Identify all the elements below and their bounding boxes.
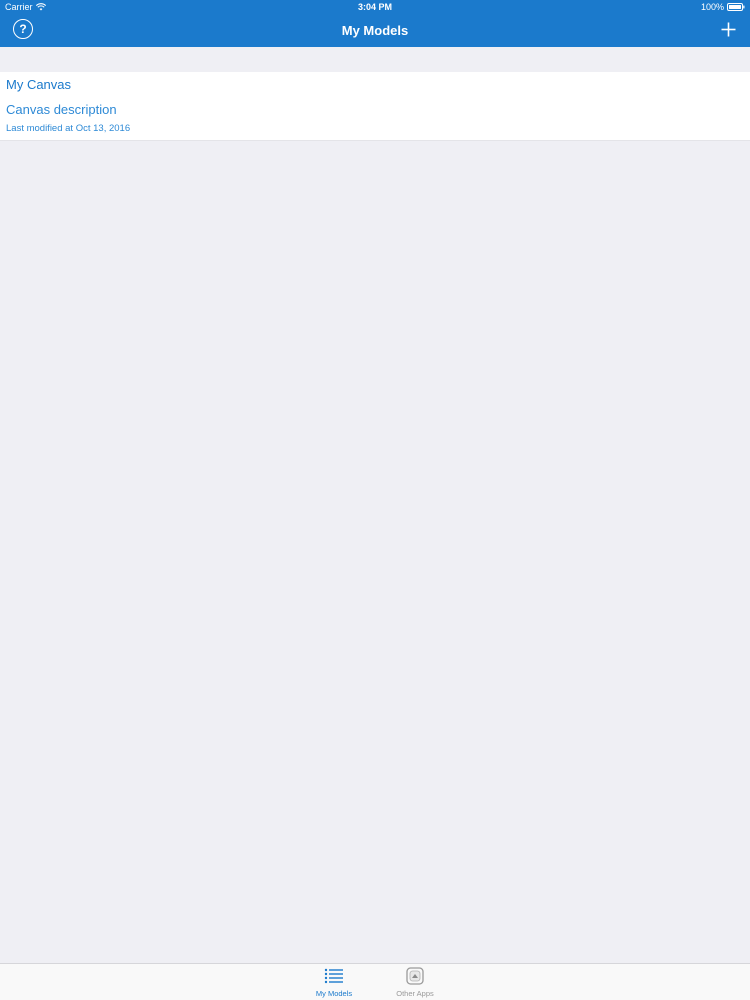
add-button[interactable] xyxy=(721,22,736,37)
list-icon xyxy=(324,968,343,984)
battery-icon xyxy=(727,3,745,11)
tab-label: Other Apps xyxy=(396,989,434,998)
app-window: Carrier 3:04 PM 100% ? My Models My Canv… xyxy=(0,0,750,1000)
tab-bar: My Models Other Apps xyxy=(0,963,750,1000)
tab-other-apps[interactable]: Other Apps xyxy=(380,967,450,1000)
status-time: 3:04 PM xyxy=(357,2,392,12)
page-title: My Models xyxy=(341,23,409,38)
tab-my-models[interactable]: My Models xyxy=(299,967,369,1000)
status-battery: 100% xyxy=(701,0,745,14)
model-description: Canvas description xyxy=(6,102,117,117)
list-item[interactable]: My Canvas Canvas description Last modifi… xyxy=(0,72,750,141)
apps-icon xyxy=(406,967,424,985)
top-bar: Carrier 3:04 PM 100% ? My Models xyxy=(0,0,750,47)
plus-icon xyxy=(721,22,736,37)
model-list: My Canvas Canvas description Last modifi… xyxy=(0,72,750,141)
battery-percent: 100% xyxy=(700,2,724,12)
model-modified-date: Last modified at Oct 13, 2016 xyxy=(6,123,131,134)
tab-label: My Models xyxy=(315,989,353,998)
status-bar: Carrier 3:04 PM 100% xyxy=(0,0,750,14)
model-title: My Canvas xyxy=(6,77,72,92)
navigation-bar: ? My Models xyxy=(0,14,750,47)
